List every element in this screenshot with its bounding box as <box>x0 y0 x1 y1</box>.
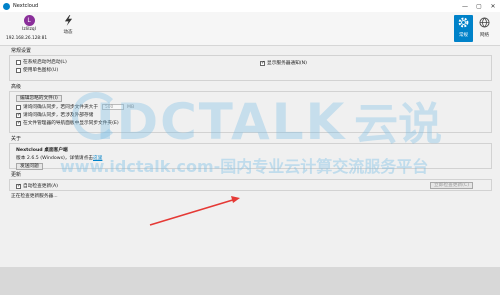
screenshot: Nextcloud — ▢ ✕ L lzlilzql 192.168.26.12… <box>0 0 500 295</box>
nextcloud-settings-window: Nextcloud — ▢ ✕ L lzlilzql 192.168.26.12… <box>0 0 500 267</box>
annotation-arrow-icon <box>149 196 240 226</box>
taskbar <box>0 267 500 295</box>
